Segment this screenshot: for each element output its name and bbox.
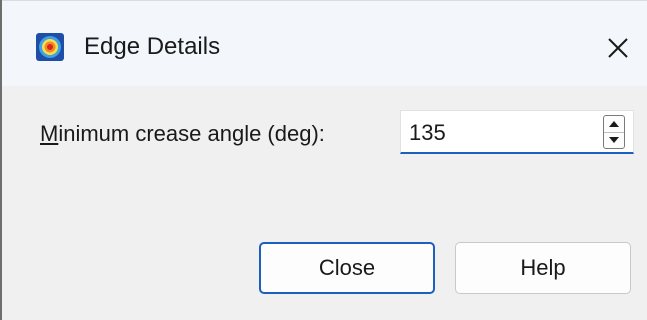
crease-angle-spinbox[interactable] <box>400 110 634 154</box>
title-bar[interactable]: Edge Details <box>2 0 647 86</box>
close-button[interactable]: Close <box>259 242 435 294</box>
crease-angle-label: Minimum crease angle (deg): <box>40 119 325 149</box>
edge-details-dialog: Edge Details Minimum crease angle (deg):… <box>0 0 647 320</box>
arrow-down-icon[interactable] <box>604 132 624 148</box>
app-logo-icon <box>36 33 64 61</box>
spin-buttons <box>603 115 625 149</box>
crease-angle-input[interactable] <box>409 119 589 147</box>
label-mnemonic: M <box>40 121 59 146</box>
help-button[interactable]: Help <box>455 242 631 294</box>
label-text: inimum crease angle (deg): <box>58 121 325 146</box>
window-title: Edge Details <box>84 33 221 60</box>
arrow-up-icon[interactable] <box>604 116 624 133</box>
close-icon[interactable] <box>601 31 635 65</box>
dialog-content: Minimum crease angle (deg): Close Help <box>2 86 647 320</box>
